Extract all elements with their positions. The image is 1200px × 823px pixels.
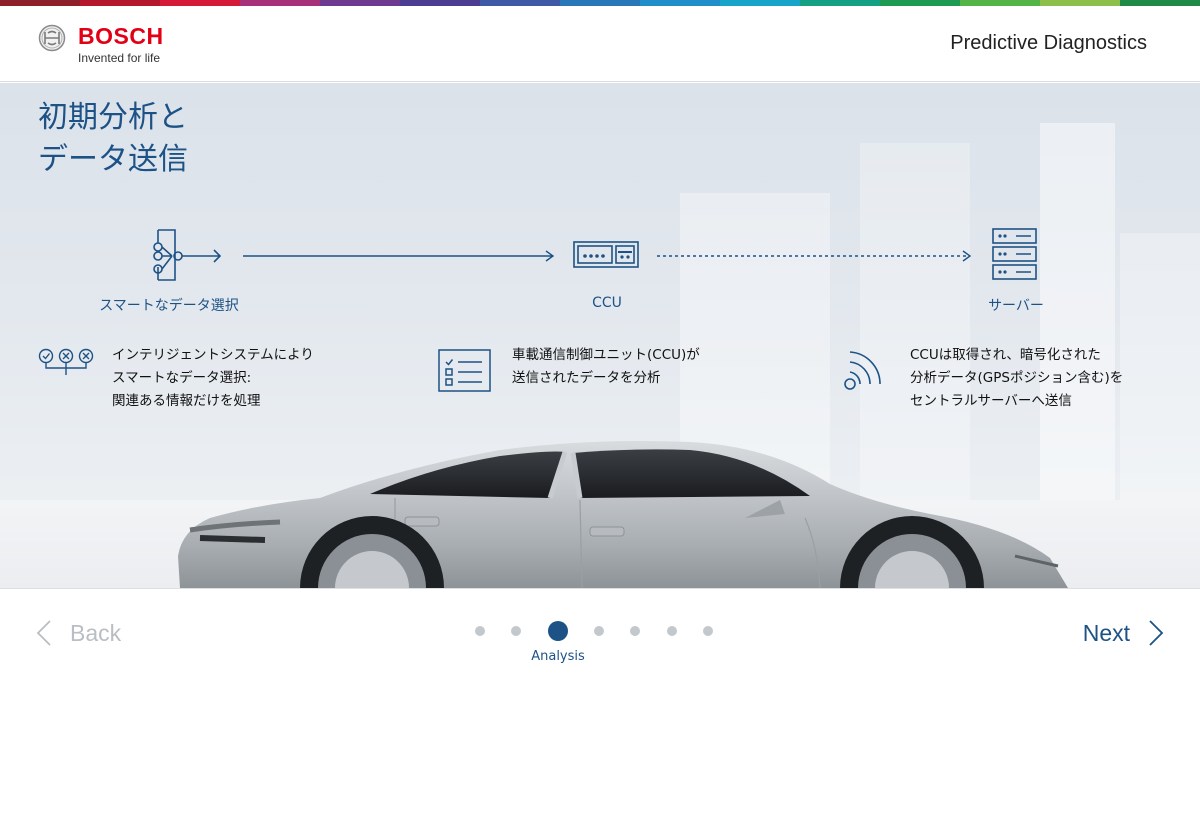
slide-stage: 初期分析と データ送信 スマートなデータ選択 CCU サーバー インテリジェント… (0, 83, 1200, 588)
flow-arrow-dashed (657, 250, 972, 262)
step-dot-6[interactable] (667, 626, 677, 636)
description-server-transmission: CCUは取得され、暗号化された 分析データ(GPSポジション含む)を セントラル… (910, 347, 1124, 409)
step-dot-4[interactable] (594, 626, 604, 636)
step-indicator (0, 619, 1200, 643)
brand-name: BOSCH (78, 23, 164, 49)
chevron-right-icon (1149, 620, 1164, 646)
bosch-logo: BOSCH Invented for life (38, 24, 164, 66)
next-button[interactable]: Next (1083, 619, 1164, 647)
step-dot-1[interactable] (475, 626, 485, 636)
flow-label-ccu: CCU (592, 295, 622, 311)
flow-arrow-solid (243, 250, 555, 262)
header: BOSCH Invented for life Predictive Diagn… (0, 6, 1200, 82)
flow-label-server: サーバー (988, 298, 1044, 314)
server-icon (992, 228, 1037, 280)
data-selection-icon (153, 229, 222, 281)
slide-title: 初期分析と データ送信 (38, 100, 188, 177)
current-step-label: Analysis (531, 649, 585, 664)
checklist-icon (438, 349, 491, 392)
bosch-armature-icon (38, 24, 66, 52)
wireless-signal-icon (844, 351, 881, 390)
check-cross-options-icon (38, 348, 94, 375)
description-data-selection: インテリジェントシステムにより スマートなデータ選択: 関連ある情報だけを処理 (112, 347, 314, 409)
step-dot-7[interactable] (703, 626, 713, 636)
app-title: Predictive Diagnostics (950, 32, 1147, 54)
description-ccu-analysis: 車載通信制御ユニット(CCU)が 送信されたデータを分析 (512, 347, 700, 386)
brand-tagline: Invented for life (78, 51, 161, 65)
navigation-footer: Back Analysis Next (0, 588, 1200, 823)
car-illustration (178, 441, 1068, 588)
step-dot-2[interactable] (511, 626, 521, 636)
step-dot-3-active[interactable] (548, 621, 568, 641)
flow-label-data-selection: スマートなデータ選択 (99, 298, 239, 314)
step-dot-5[interactable] (630, 626, 640, 636)
ccu-device-icon (573, 241, 639, 268)
next-label: Next (1082, 619, 1130, 646)
